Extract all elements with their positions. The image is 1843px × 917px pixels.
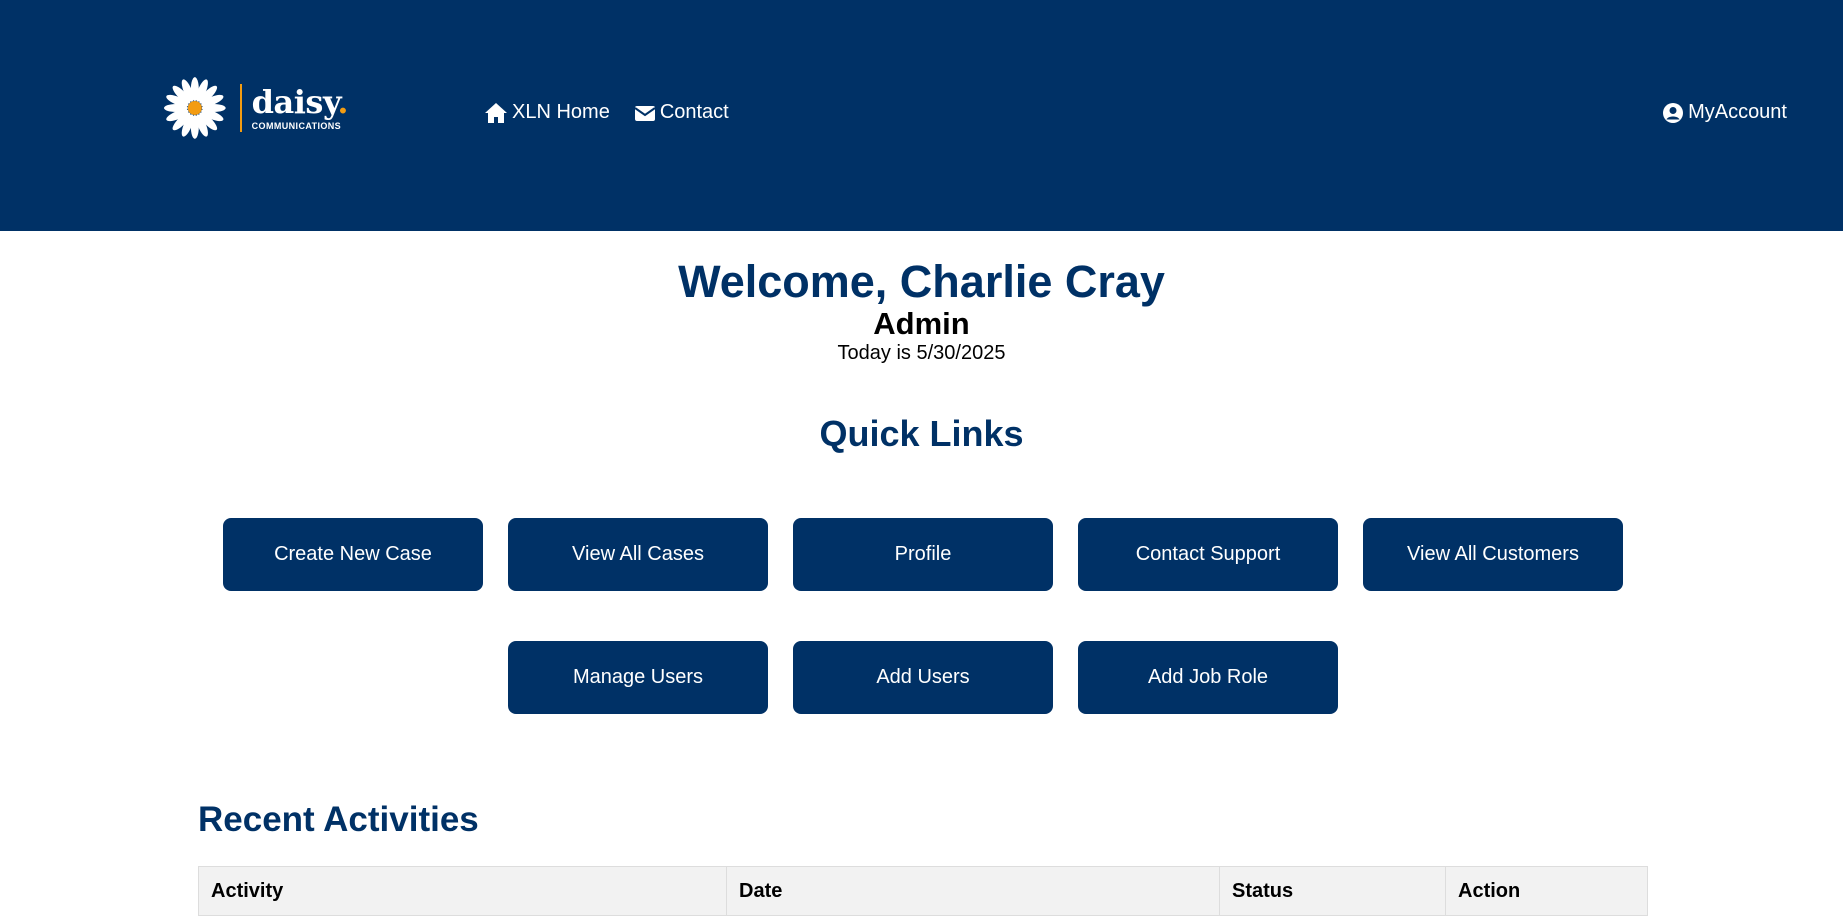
add-users-button[interactable]: Add Users	[793, 641, 1053, 714]
nav-xln-home[interactable]: XLN Home	[484, 101, 610, 124]
today-date: Today is 5/30/2025	[837, 342, 1006, 364]
my-account-link[interactable]: MyAccount	[1662, 101, 1787, 124]
daisy-flower-icon	[163, 77, 226, 139]
view-all-customers-button[interactable]: View All Customers	[1363, 518, 1623, 591]
quick-links-title: Quick Links	[819, 413, 1024, 454]
envelope-icon	[634, 105, 656, 121]
manage-users-button[interactable]: Manage Users	[508, 641, 768, 714]
logo-name-text: daisy	[251, 82, 338, 121]
my-account-label: MyAccount	[1688, 101, 1787, 123]
logo-name: daisy.	[251, 82, 349, 121]
create-new-case-button[interactable]: Create New Case	[223, 518, 483, 591]
contact-support-button[interactable]: Contact Support	[1078, 518, 1338, 591]
nav-contact[interactable]: Contact	[634, 101, 729, 124]
add-job-role-button[interactable]: Add Job Role	[1078, 641, 1338, 714]
view-all-cases-button[interactable]: View All Cases	[508, 518, 768, 591]
column-header-status: Status	[1219, 866, 1446, 916]
logo-subtitle: COMMUNICATIONS	[251, 120, 342, 131]
welcome-heading: Welcome, Charlie Cray	[678, 256, 1165, 307]
main-nav: XLN Home Contact	[484, 101, 729, 124]
nav-contact-label: Contact	[659, 101, 729, 123]
top-header: daisy. COMMUNICATIONS XLN Home Contact M…	[0, 0, 1843, 231]
recent-activities-table: Activity Date Status Action	[198, 866, 1648, 916]
logo-dot: .	[337, 82, 348, 121]
column-header-date: Date	[726, 866, 1220, 916]
recent-activities-title: Recent Activities	[198, 800, 479, 839]
user-role: Admin	[873, 306, 970, 341]
home-icon	[485, 102, 507, 123]
profile-button[interactable]: Profile	[793, 518, 1053, 591]
logo-wordmark: daisy. COMMUNICATIONS	[251, 82, 349, 131]
table-header-row: Activity Date Status Action	[198, 866, 1648, 916]
column-header-action: Action	[1445, 866, 1648, 916]
user-circle-icon	[1663, 102, 1684, 123]
column-header-activity: Activity	[198, 866, 727, 916]
nav-xln-home-label: XLN Home	[512, 101, 610, 123]
logo-divider	[239, 84, 242, 132]
daisy-logo[interactable]: daisy. COMMUNICATIONS	[162, 76, 348, 140]
